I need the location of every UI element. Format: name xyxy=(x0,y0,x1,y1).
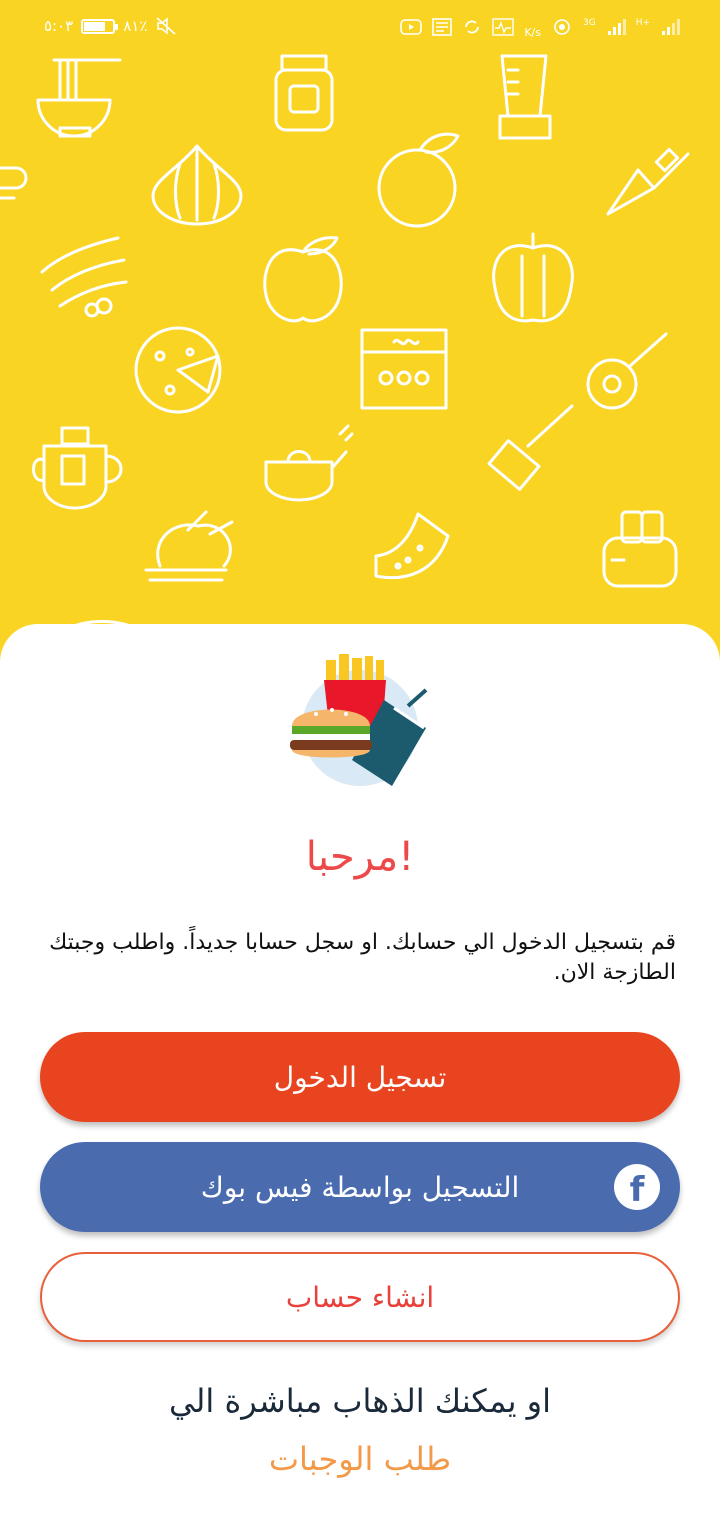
signal-3g-label: 3G xyxy=(582,17,596,28)
meat-tenderizer-icon xyxy=(487,404,574,491)
apple-icon xyxy=(263,236,343,323)
clock: ٥:٠٣ xyxy=(44,17,74,35)
knife-icon xyxy=(606,147,690,216)
sync-icon xyxy=(465,20,480,33)
facebook-login-button[interactable]: التسجيل بواسطة فيس بوك f xyxy=(40,1142,680,1232)
welcome-title: مرحبا! xyxy=(305,834,415,880)
signal-icon-2 xyxy=(662,18,680,35)
onion-icon xyxy=(151,144,243,226)
pizza-box-icon xyxy=(360,328,448,410)
status-right: K/s 3G H+ xyxy=(400,14,680,39)
pepper-icon xyxy=(492,232,574,323)
login-button-label: تسجيل الدخول xyxy=(273,1060,447,1094)
mute-icon xyxy=(156,17,176,35)
blender-icon xyxy=(498,54,552,140)
or-go-directly-text: او يمكنك الذهاب مباشرة الي xyxy=(168,1382,551,1420)
fast-food-logo-icon xyxy=(290,654,428,786)
login-button[interactable]: تسجيل الدخول xyxy=(40,1032,680,1122)
welcome-description: قم بتسجيل الدخول الي حسابك. او سجل حسابا… xyxy=(49,930,676,985)
signal-icon xyxy=(607,18,626,35)
toaster-icon xyxy=(602,510,678,588)
hotspot-icon xyxy=(554,18,570,35)
network-speed: K/s xyxy=(524,26,541,39)
order-meals-link[interactable]: طلب الوجبات xyxy=(0,1440,720,1478)
signal-hplus-label: H+ xyxy=(635,17,650,28)
pizza-icon xyxy=(134,326,222,414)
facebook-icon: f xyxy=(614,1164,660,1210)
battery-icon xyxy=(81,18,119,34)
burger-corner-icon xyxy=(0,166,28,200)
frying-pan-icon xyxy=(586,332,668,410)
status-left: ٥:٠٣ ٨١٪ xyxy=(44,16,177,36)
noodle-bowl-icon xyxy=(36,58,122,138)
food-pattern-background xyxy=(0,54,690,634)
teapot-icon xyxy=(32,426,123,510)
battery-percent: ٨١٪ xyxy=(123,17,148,35)
jar-icon xyxy=(274,54,334,132)
activity-icon xyxy=(492,17,515,36)
gallery-icon xyxy=(432,17,453,36)
roast-chicken-icon xyxy=(144,510,234,582)
create-account-label: انشاء حساب xyxy=(285,1280,435,1314)
facebook-button-label: التسجيل بواسطة فيس بوك xyxy=(200,1170,520,1204)
create-account-button[interactable]: انشاء حساب xyxy=(40,1252,680,1342)
watermelon-icon xyxy=(374,512,450,580)
green-beans-icon xyxy=(40,236,128,318)
youtube-icon xyxy=(400,18,423,35)
kettle-icon xyxy=(264,424,354,502)
orange-icon xyxy=(377,132,460,228)
